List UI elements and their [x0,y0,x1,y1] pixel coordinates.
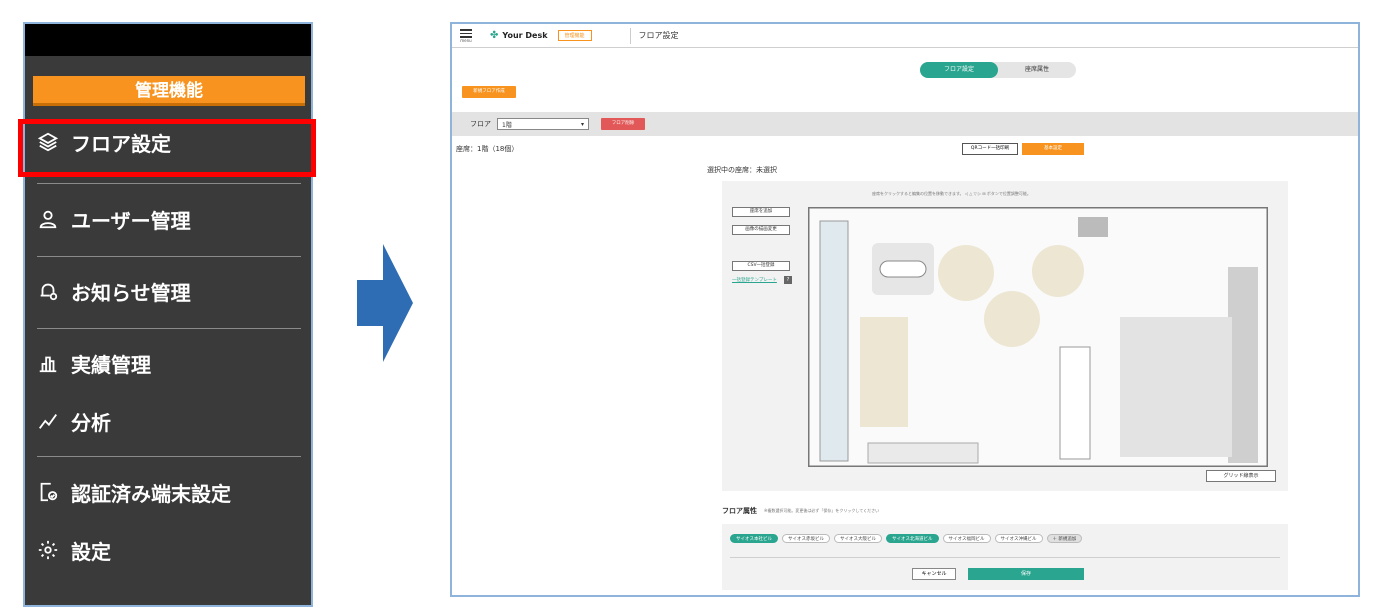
selected-seat-label: 選択中の座席：未選択 [707,166,777,174]
new-floor-button[interactable]: 新規フロア作成 [462,86,516,98]
tab-floor-settings[interactable]: フロア設定 [920,62,998,78]
save-button[interactable]: 保存 [968,568,1084,580]
add-attribute-chip[interactable]: ＋ 新規追加 [1046,534,1083,543]
sidebar-item-label: 設定 [71,539,111,564]
sidebar-item-user-management[interactable]: ユーザー管理 [37,201,191,237]
device-check-icon [37,481,59,503]
admin-functions-button[interactable]: 管理機能 [33,76,305,106]
floor-select-value: 1階 [502,121,512,129]
attribute-chip[interactable]: サイオス本社ビル [730,534,778,543]
sidebar-item-results-management[interactable]: 実績管理 [37,345,151,381]
change-image-button[interactable]: 画像の描画変更 [732,225,790,235]
user-icon [37,208,59,230]
line-chart-icon [37,410,59,432]
brand-logo: ✤ Your Desk [490,30,548,41]
map-hint: 座席をクリックすると編集の位置を移動できます。 ◁ △ ▽ ▷ ⊞ ボタンで位置… [872,191,1031,196]
app-header: menu ✤ Your Desk 管理機能 フロア設定 [452,24,1358,48]
sidebar-item-label: 分析 [71,410,111,435]
admin-tag: 管理機能 [557,30,592,41]
sidebar-topbar [25,24,311,56]
attribute-chip[interactable]: サイオス赤坂ビル [782,534,830,543]
arrow-right-icon [357,244,413,362]
floor-attributes-title: フロア属性 [722,507,757,515]
divider [37,256,301,257]
floor-select[interactable]: 1階 ▾ [497,118,589,130]
floor-delete-button[interactable]: フロア削除 [601,118,645,130]
floor-attributes-box: サイオス本社ビル サイオス赤坂ビル サイオス大阪ビル サイオス北海道ビル サイオ… [722,524,1288,590]
qr-print-button[interactable]: QRコード一括印刷 [962,143,1018,155]
sidebar-item-notice-management[interactable]: お知らせ管理 [37,273,191,309]
floor-plan-image[interactable] [808,207,1268,467]
settings-tab-toggle: フロア設定 座席属性 [920,62,1076,78]
chevron-down-icon: ▾ [580,120,584,128]
help-icon[interactable]: ? [784,276,792,284]
sidebar-item-authenticated-devices[interactable]: 認証済み端末設定 [37,474,231,510]
divider [730,557,1280,558]
add-seat-button[interactable]: 座席を追加 [732,207,790,217]
logo-icon: ✤ [490,30,499,41]
floor-attributes-note: ※複数選択可能。変更後は必ず「保存」をクリックしてください [764,508,880,513]
attribute-chip[interactable]: サイオス福岡ビル [942,534,991,543]
divider [629,27,631,44]
floor-map-area: 座席をクリックすると編集の位置を移動できます。 ◁ △ ▽ ▷ ⊞ ボタンで位置… [722,181,1288,491]
admin-sidebar: 管理機能 フロア設定 ユーザー管理 お知らせ管理 実績管理 分析 認証済み端末設… [23,22,313,607]
basic-settings-button[interactable]: 基本設定 [1022,143,1084,155]
seat-count: 座席：1階（18個） [456,145,519,153]
divider [37,328,301,329]
sidebar-item-settings[interactable]: 設定 [37,532,111,568]
sidebar-item-label: 認証済み端末設定 [71,481,231,506]
floor-settings-screen: menu ✤ Your Desk 管理機能 フロア設定 フロア設定 座席属性 新… [450,22,1360,597]
bell-gear-icon [37,280,59,302]
sidebar-item-analysis[interactable]: 分析 [37,403,111,439]
bar-chart-icon [37,352,59,374]
attribute-chip[interactable]: サイオス沖縄ビル [994,534,1043,543]
move-buttons-icon: ◁ △ ▽ ▷ ⊞ [964,191,987,196]
attribute-chip[interactable]: サイオス大阪ビル [834,534,882,543]
tab-seat-attributes[interactable]: 座席属性 [998,62,1076,78]
floor-settings-highlight [18,119,316,177]
divider [37,183,301,184]
sidebar-item-label: ユーザー管理 [71,208,191,233]
sidebar-item-label: お知らせ管理 [71,280,191,305]
cancel-button[interactable]: キャンセル [912,568,956,580]
attribute-chip[interactable]: サイオス北海道ビル [886,534,939,543]
template-link[interactable]: 一括登録テンプレート [732,277,777,283]
page-title: フロア設定 [638,31,679,40]
divider [37,456,301,457]
grid-toggle-button[interactable]: グリッド線表示 [1206,470,1276,482]
sidebar-item-label: 実績管理 [71,352,151,377]
hamburger-menu-icon[interactable]: menu [458,28,474,43]
attribute-chip-list: サイオス本社ビル サイオス赤坂ビル サイオス大阪ビル サイオス北海道ビル サイオ… [730,534,1083,543]
floor-bar: フロア 1階 ▾ フロア削除 [452,112,1358,136]
floor-label: フロア [470,120,491,128]
csv-import-button[interactable]: CSV一括登録 [732,261,790,271]
gear-icon [37,539,59,561]
